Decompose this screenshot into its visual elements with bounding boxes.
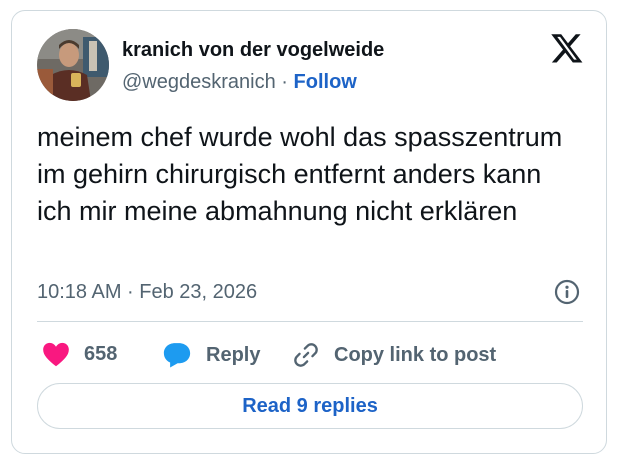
read-replies-button[interactable]: Read 9 replies <box>37 383 583 429</box>
tweet-card: kranich von der vogelweide @wegdeskranic… <box>11 10 607 454</box>
author-handle[interactable]: @wegdeskranich <box>122 71 276 93</box>
avatar[interactable] <box>37 29 109 101</box>
heart-icon <box>43 342 69 367</box>
like-count: 658 <box>84 342 118 365</box>
tweet-timestamp[interactable]: 10:18 AM · Feb 23, 2026 <box>37 281 257 304</box>
follow-button[interactable]: Follow <box>294 71 357 93</box>
read-replies-label: Read 9 replies <box>242 394 378 417</box>
like-button[interactable]: 658 <box>42 341 117 367</box>
copy-link-button[interactable]: Copy link to post <box>292 341 496 369</box>
author-handle-row: @wegdeskranich · Follow <box>122 71 357 94</box>
author-display-name[interactable]: kranich von der vogelweide <box>122 39 384 62</box>
link-icon <box>294 343 318 367</box>
reply-button[interactable]: Reply <box>162 341 260 369</box>
x-logo-icon[interactable] <box>550 31 584 65</box>
copy-link-label: Copy link to post <box>334 343 497 366</box>
reply-bubble-icon <box>163 343 191 368</box>
separator-dot: · <box>281 71 288 93</box>
reply-label: Reply <box>206 343 261 366</box>
tweet-text: meinem chef wurde wohl das spasszentrum … <box>37 122 563 226</box>
info-icon[interactable] <box>554 279 580 305</box>
divider <box>37 321 583 322</box>
